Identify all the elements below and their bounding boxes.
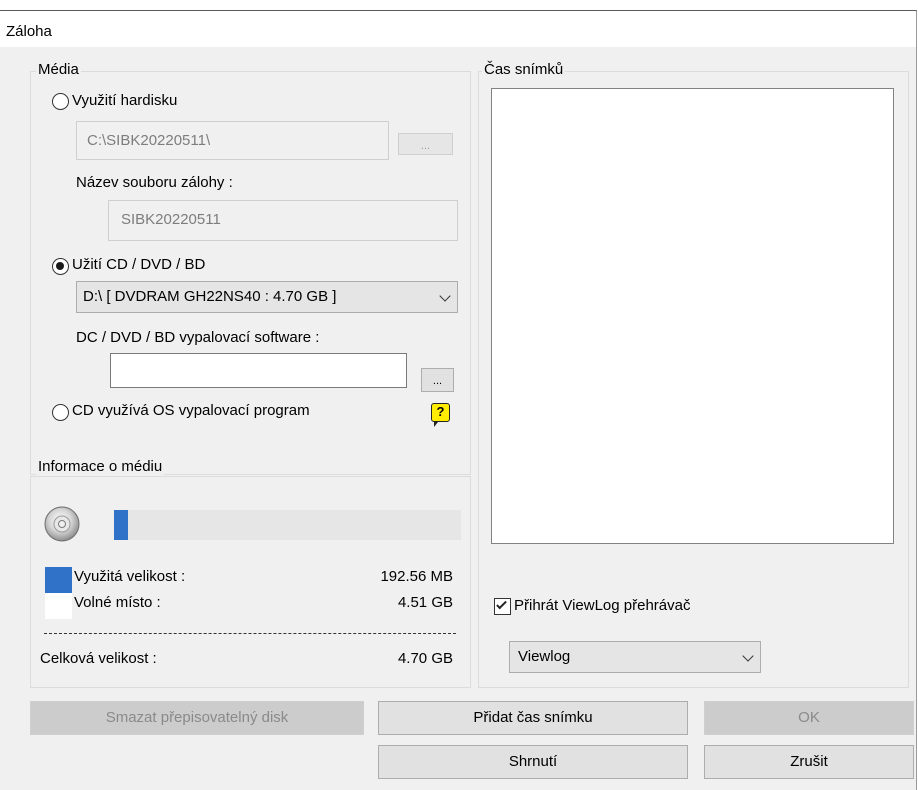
erase-disc-button[interactable]: Smazat přepisovatelný disk: [30, 701, 364, 735]
burn-software-browse-button[interactable]: ...: [421, 368, 454, 392]
cancel-button[interactable]: Zrušit: [704, 745, 914, 779]
radio-os-burn[interactable]: [52, 404, 69, 421]
snapshot-list[interactable]: [491, 88, 894, 544]
add-snapshot-button[interactable]: Přidat čas snímku: [378, 701, 688, 735]
burn-software-field[interactable]: [110, 353, 407, 388]
chevron-down-icon: [439, 290, 451, 302]
cd-disc-icon: [44, 506, 80, 542]
help-icon[interactable]: ?: [431, 403, 450, 427]
media-usage-bar: [114, 510, 461, 540]
hdd-browse-button: ...: [398, 133, 453, 155]
viewlog-checkbox[interactable]: [494, 598, 511, 615]
free-space-swatch: [45, 593, 72, 619]
media-info-legend: Informace o médiu: [36, 458, 165, 475]
snapshots-legend: Čas snímků: [482, 61, 566, 78]
used-size-value: 192.56 MB: [380, 568, 453, 585]
viewlog-select[interactable]: Viewlog: [509, 641, 761, 673]
hdd-path-field: C:\SIBK20220511\: [76, 121, 389, 160]
drive-select[interactable]: D:\ [ DVDRAM GH22NS40 : 4.70 GB ]: [76, 281, 458, 313]
free-space-value: 4.51 GB: [397, 594, 453, 611]
used-size-label: Využitá velikost :: [74, 568, 186, 585]
used-size-swatch: [45, 567, 72, 593]
media-usage-fill: [114, 510, 128, 540]
checkmark-icon: [496, 598, 507, 610]
radio-use-cd[interactable]: [52, 258, 69, 275]
total-size-label: Celková velikost :: [40, 650, 157, 667]
drive-select-value: D:\ [ DVDRAM GH22NS40 : 4.70 GB ]: [83, 288, 337, 305]
window-title: Záloha: [6, 23, 52, 40]
radio-selected-dot: [56, 262, 64, 270]
hdd-option-label[interactable]: Využití hardisku: [72, 92, 177, 109]
radio-use-hdd[interactable]: [52, 93, 69, 110]
ok-button[interactable]: OK: [704, 701, 914, 735]
burn-software-label: DC / DVD / BD vypalovací software :: [76, 329, 320, 346]
filename-field: SIBK20220511: [108, 200, 458, 241]
viewlog-select-value: Viewlog: [518, 648, 571, 665]
filename-label: Název souboru zálohy :: [76, 174, 233, 191]
free-space-label: Volné místo :: [74, 594, 161, 611]
cd-option-label[interactable]: Užití CD / DVD / BD: [72, 256, 205, 273]
summary-button[interactable]: Shrnutí: [378, 745, 688, 779]
title-bar: Záloha: [0, 11, 916, 47]
viewlog-checkbox-label[interactable]: Přihrát ViewLog přehrávač: [514, 597, 690, 614]
chevron-down-icon: [742, 650, 754, 662]
os-burn-option-label[interactable]: CD využívá OS vypalovací program: [72, 402, 310, 419]
total-size-value: 4.70 GB: [397, 650, 453, 667]
summary-divider: [44, 633, 456, 634]
backup-dialog: Záloha Média Využití hardisku C:\SIBK202…: [0, 10, 917, 790]
media-legend: Média: [36, 61, 81, 78]
